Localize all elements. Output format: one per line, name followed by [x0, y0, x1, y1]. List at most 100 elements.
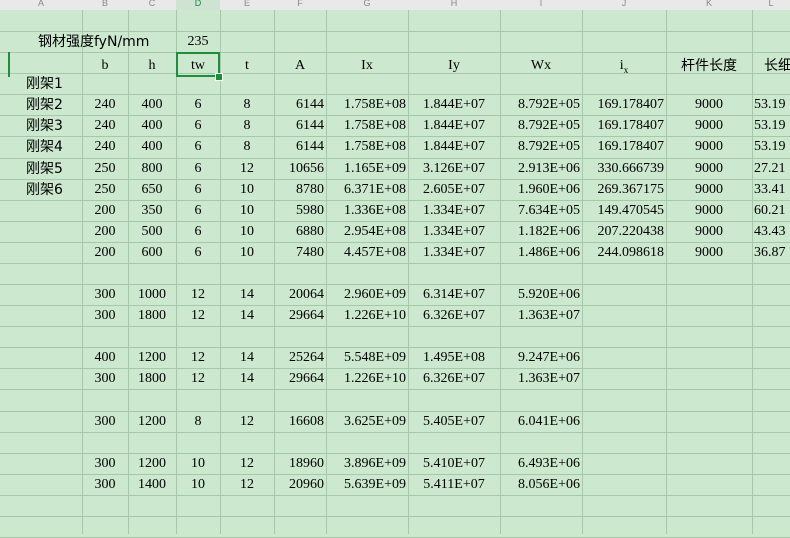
cell-L[interactable]: 9000: [666, 136, 752, 157]
cell-tw[interactable]: 6: [176, 115, 220, 136]
cell-Wx[interactable]: 6.041E+06: [500, 411, 582, 432]
cell-tw[interactable]: 6: [176, 94, 220, 115]
header-slenderness[interactable]: 长细: [762, 55, 790, 76]
header-A[interactable]: A: [274, 55, 326, 76]
cell-Iy[interactable]: 3.126E+07: [408, 158, 500, 179]
cell-Ix[interactable]: 1.165E+09: [326, 158, 408, 179]
cell-A[interactable]: 29664: [274, 305, 326, 326]
cell-t[interactable]: 10: [220, 179, 274, 200]
cell-Wx[interactable]: 1.960E+06: [500, 179, 582, 200]
column-header-f[interactable]: F: [274, 0, 326, 10]
cell-Iy[interactable]: 1.844E+07: [408, 136, 500, 157]
cell-Ix[interactable]: 1.758E+08: [326, 115, 408, 136]
cell-h[interactable]: 1200: [128, 347, 176, 368]
cell-Ix[interactable]: 3.896E+09: [326, 453, 408, 474]
cell-b[interactable]: 240: [82, 115, 128, 136]
cell-Iy[interactable]: 5.410E+07: [408, 453, 500, 474]
cell-h[interactable]: 1400: [128, 474, 176, 495]
cell-Ix[interactable]: 1.758E+08: [326, 94, 408, 115]
cell-h[interactable]: 1200: [128, 453, 176, 474]
cell-A[interactable]: 25264: [274, 347, 326, 368]
cell-t[interactable]: 12: [220, 158, 274, 179]
cell-t[interactable]: 12: [220, 453, 274, 474]
cell-h[interactable]: 400: [128, 115, 176, 136]
header-Ix[interactable]: Ix: [326, 55, 408, 76]
cell-tw[interactable]: 6: [176, 200, 220, 221]
cell-Wx[interactable]: 1.486E+06: [500, 242, 582, 263]
cell-Iy[interactable]: 5.405E+07: [408, 411, 500, 432]
cell-Iy[interactable]: 5.411E+07: [408, 474, 500, 495]
cell-Ix[interactable]: 2.960E+09: [326, 284, 408, 305]
cell-Wx[interactable]: 6.493E+06: [500, 453, 582, 474]
cell-tw[interactable]: 6: [176, 136, 220, 157]
column-header-l[interactable]: L: [752, 0, 790, 10]
cell-t[interactable]: 14: [220, 305, 274, 326]
cell-tw[interactable]: 12: [176, 305, 220, 326]
cell-lam[interactable]: 53.19: [752, 115, 790, 136]
cell-h[interactable]: 600: [128, 242, 176, 263]
cell-tw[interactable]: 12: [176, 347, 220, 368]
cell-t[interactable]: 10: [220, 242, 274, 263]
cell-A[interactable]: 6880: [274, 221, 326, 242]
cell-Wx[interactable]: 1.363E+07: [500, 305, 582, 326]
header-Iy[interactable]: Iy: [408, 55, 500, 76]
column-header-b[interactable]: B: [82, 0, 128, 10]
cell-Iy[interactable]: 2.605E+07: [408, 179, 500, 200]
cell-Wx[interactable]: 2.913E+06: [500, 158, 582, 179]
column-header-h[interactable]: H: [408, 0, 500, 10]
cell-i[interactable]: 169.178407: [582, 136, 666, 157]
cell-h[interactable]: 1800: [128, 368, 176, 389]
frame-label[interactable]: 刚架6: [24, 179, 82, 200]
header-b[interactable]: b: [82, 55, 128, 76]
cell-A[interactable]: 5980: [274, 200, 326, 221]
frame-label[interactable]: 刚架3: [24, 115, 82, 136]
cell-Iy[interactable]: 1.334E+07: [408, 242, 500, 263]
cell-b[interactable]: 400: [82, 347, 128, 368]
cell-Wx[interactable]: 9.247E+06: [500, 347, 582, 368]
cell-lam[interactable]: 60.21: [752, 200, 790, 221]
cell-t[interactable]: 8: [220, 136, 274, 157]
column-header-k[interactable]: K: [666, 0, 752, 10]
cell-tw[interactable]: 6: [176, 221, 220, 242]
cell-tw[interactable]: 6: [176, 242, 220, 263]
cell-A[interactable]: 18960: [274, 453, 326, 474]
cell-Wx[interactable]: 1.363E+07: [500, 368, 582, 389]
cell-L[interactable]: 9000: [666, 200, 752, 221]
selected-cell[interactable]: [176, 52, 220, 77]
cell-Ix[interactable]: 2.954E+08: [326, 221, 408, 242]
cell-lam[interactable]: 43.43: [752, 221, 790, 242]
cell-i[interactable]: 149.470545: [582, 200, 666, 221]
column-header-c[interactable]: C: [128, 0, 176, 10]
cell-b[interactable]: 300: [82, 284, 128, 305]
cell-tw[interactable]: 8: [176, 411, 220, 432]
cell-b[interactable]: 250: [82, 179, 128, 200]
cell-Ix[interactable]: 3.625E+09: [326, 411, 408, 432]
cell-h[interactable]: 1800: [128, 305, 176, 326]
cell-t[interactable]: 12: [220, 474, 274, 495]
cell-i[interactable]: 169.178407: [582, 94, 666, 115]
cell-h[interactable]: 400: [128, 136, 176, 157]
header-Wx[interactable]: Wx: [500, 55, 582, 76]
cell-b[interactable]: 200: [82, 242, 128, 263]
column-header-e[interactable]: E: [220, 0, 274, 10]
cell-t[interactable]: 14: [220, 284, 274, 305]
cell-Wx[interactable]: 1.182E+06: [500, 221, 582, 242]
cell-b[interactable]: 300: [82, 368, 128, 389]
cell-L[interactable]: 9000: [666, 221, 752, 242]
cell-lam[interactable]: 53.19: [752, 94, 790, 115]
cell-Iy[interactable]: 6.314E+07: [408, 284, 500, 305]
cell-lam[interactable]: 33.41: [752, 179, 790, 200]
cell-i[interactable]: 330.666739: [582, 158, 666, 179]
cell-b[interactable]: 300: [82, 411, 128, 432]
cell-i[interactable]: 207.220438: [582, 221, 666, 242]
cell-Ix[interactable]: 5.639E+09: [326, 474, 408, 495]
cell-A[interactable]: 6144: [274, 136, 326, 157]
frame-label[interactable]: 刚架1: [24, 73, 82, 94]
frame-label[interactable]: 刚架4: [24, 136, 82, 157]
cell-b[interactable]: 300: [82, 305, 128, 326]
cell-Iy[interactable]: 1.844E+07: [408, 94, 500, 115]
cell-lam[interactable]: 27.21: [752, 158, 790, 179]
header-member-length[interactable]: 杆件长度: [666, 55, 752, 76]
cell-L[interactable]: 9000: [666, 158, 752, 179]
cell-A[interactable]: 6144: [274, 94, 326, 115]
